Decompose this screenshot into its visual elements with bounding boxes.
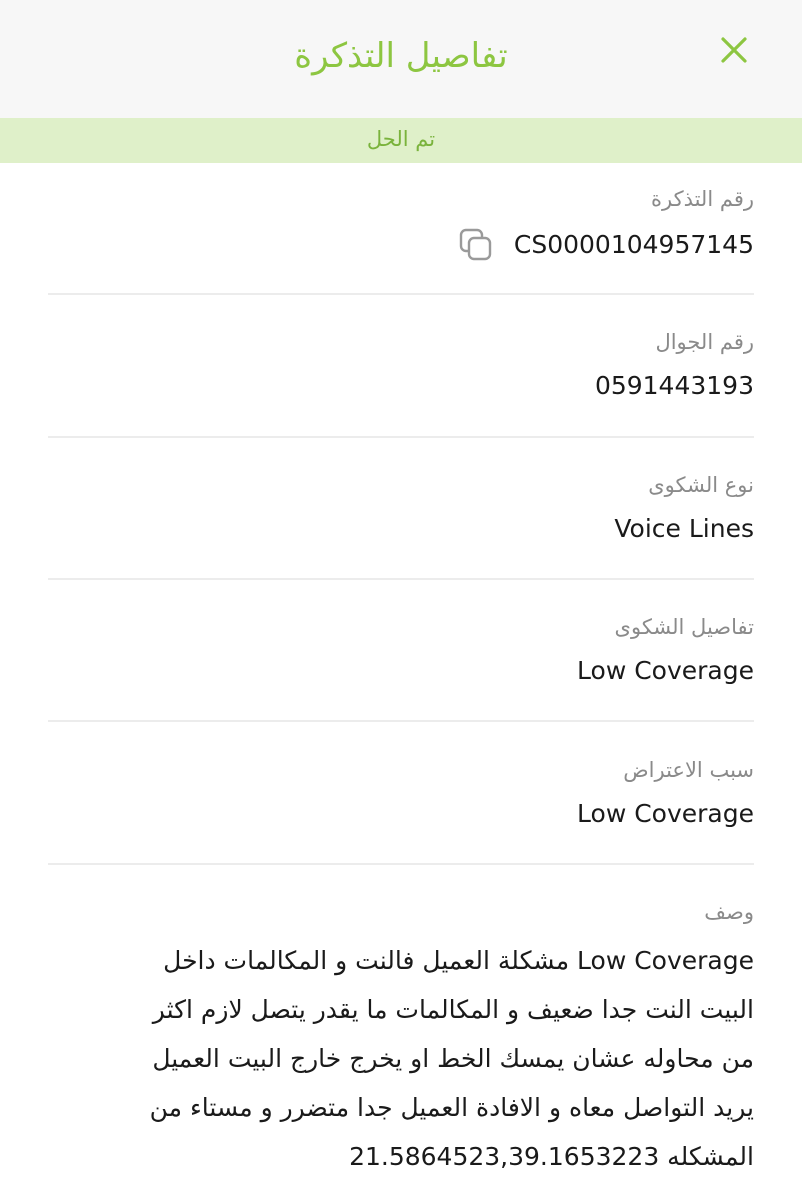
status-label: تم الحل [366, 127, 436, 151]
complaint-type-label: نوع الشكوى [648, 473, 754, 497]
description-field: وصف Low Coverage مشكلة العميل فالنت و ال… [48, 898, 754, 1181]
header-bar: تفاصيل التذكرة [0, 0, 802, 118]
divider [48, 436, 754, 438]
copy-icon [459, 228, 492, 261]
mobile-number-label: رقم الجوال [655, 330, 754, 354]
mobile-number-value: 0591443193 [594, 371, 754, 400]
divider [48, 293, 754, 295]
complaint-details-field: تفاصيل الشكوى Low Coverage [48, 613, 754, 687]
complaint-type-value: Voice Lines [614, 514, 754, 543]
description-label: وصف [704, 900, 754, 924]
description-value: Low Coverage مشكلة العميل فالنت و المكال… [149, 946, 754, 1171]
page-title: تفاصيل التذكرة [294, 36, 508, 76]
divider [48, 720, 754, 722]
objection-reason-label: سبب الاعتراض [623, 758, 754, 782]
complaint-details-value: Low Coverage [577, 656, 754, 685]
ticket-number-field: رقم التذكرة CS0000104957145 [48, 185, 754, 263]
objection-reason-value: Low Coverage [577, 799, 754, 828]
complaint-details-label: تفاصيل الشكوى [614, 615, 754, 639]
ticket-number-label: رقم التذكرة [650, 187, 754, 211]
ticket-number-value: CS0000104957145 [513, 230, 754, 259]
divider [48, 863, 754, 865]
mobile-number-field: رقم الجوال 0591443193 [48, 328, 754, 402]
copy-button[interactable] [458, 227, 494, 263]
objection-reason-field: سبب الاعتراض Low Coverage [48, 756, 754, 830]
complaint-type-field: نوع الشكوى Voice Lines [48, 471, 754, 545]
divider [48, 578, 754, 580]
status-banner: تم الحل [0, 118, 802, 163]
